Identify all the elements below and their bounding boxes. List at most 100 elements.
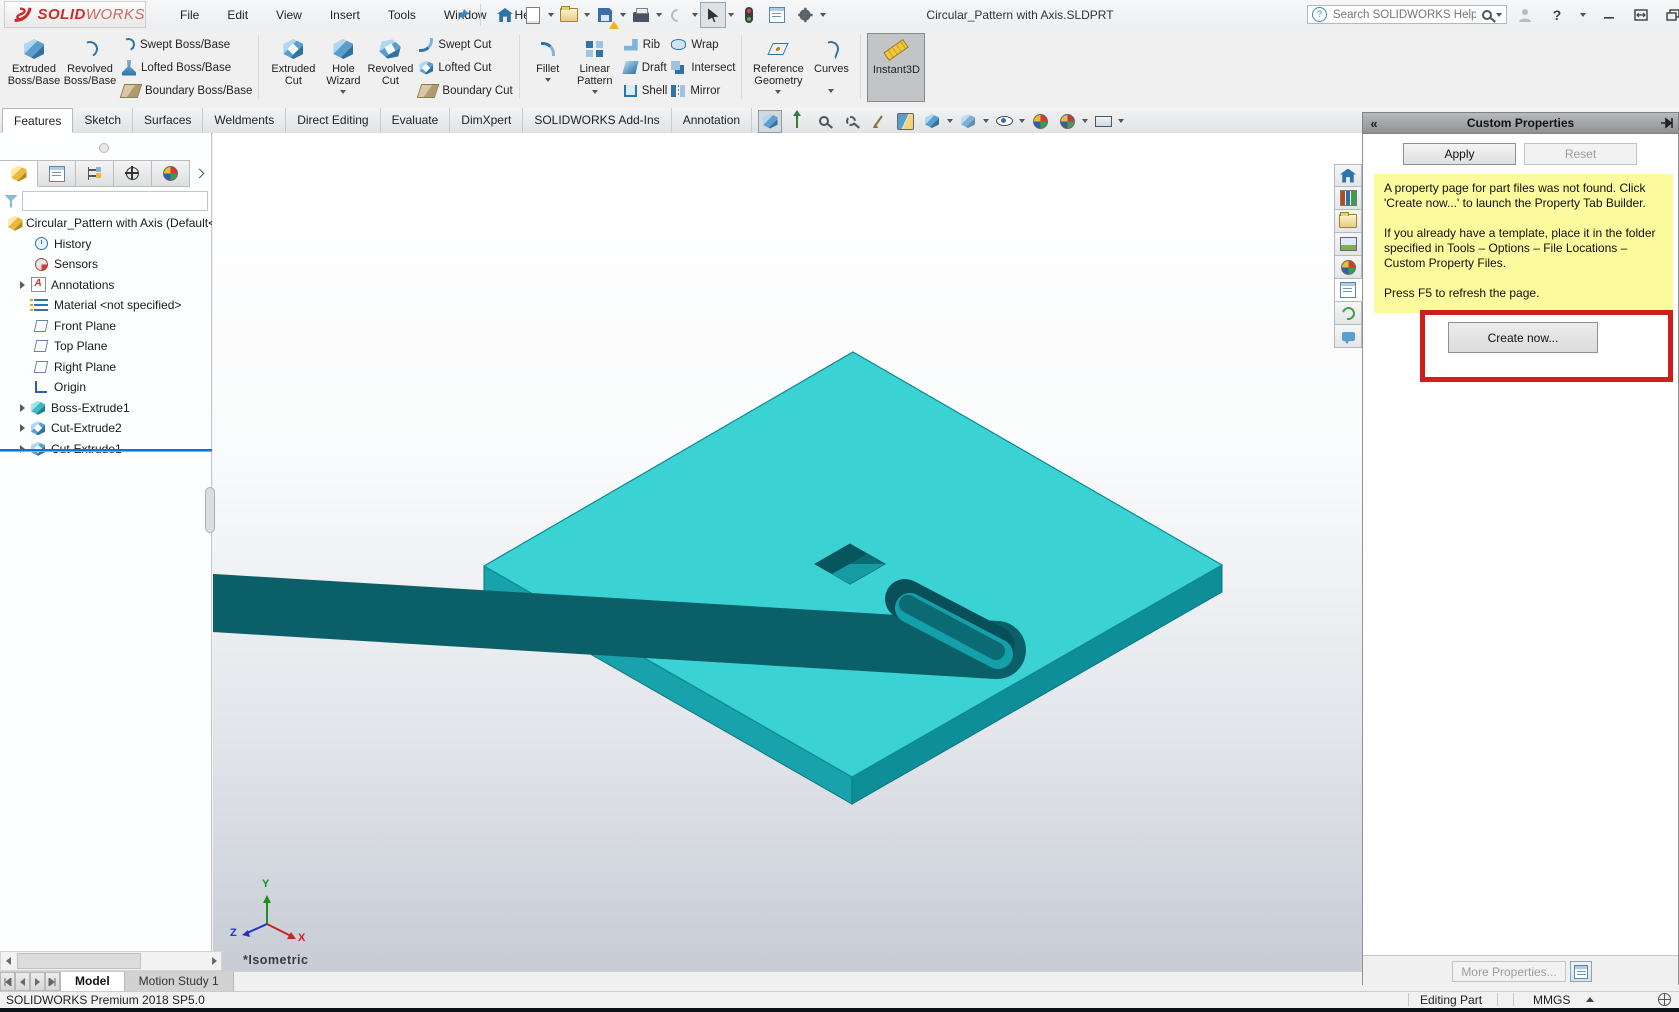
tab-direct-editing[interactable]: Direct Editing [286,108,380,133]
new-document-icon[interactable] [520,2,546,28]
displaymanager-tab[interactable] [152,160,190,187]
menu-edit[interactable]: Edit [215,4,260,26]
save-icon[interactable] [592,2,618,28]
file-explorer-tab[interactable] [1334,210,1362,233]
document-recovery-tab[interactable] [1334,302,1362,325]
print-icon[interactable] [628,2,654,28]
pan-icon[interactable] [785,110,809,133]
property-tab-builder-icon[interactable] [1570,961,1592,982]
tree-item-front-plane[interactable]: Front Plane [0,316,212,337]
instant3d-button[interactable]: Instant3D [867,33,925,102]
view-orientation-dropdown-icon[interactable] [947,119,953,123]
next-tab-icon[interactable] [30,972,45,991]
tags-globe-icon[interactable] [1658,993,1671,1006]
magnified-selection-icon[interactable] [839,110,863,133]
swept-cut-button[interactable]: Swept Cut [419,33,512,56]
design-library-tab[interactable] [1334,187,1362,210]
tab-surfaces[interactable]: Surfaces [133,108,203,133]
options-gear-icon[interactable] [792,2,818,28]
units-dropdown-icon[interactable] [1586,997,1594,1002]
apply-button[interactable]: Apply [1403,143,1516,165]
menu-tools[interactable]: Tools [376,4,428,26]
revolved-boss-base-button[interactable]: Revolved Boss/Base [62,33,118,87]
tab-sketch[interactable]: Sketch [73,108,133,133]
scroll-left-icon[interactable] [1,952,15,970]
model-tab[interactable]: Model [60,972,125,991]
tab-solidworks-add-ins[interactable]: SOLIDWORKS Add-Ins [523,108,671,133]
boundary-boss-base-button[interactable]: Boundary Boss/Base [122,79,252,102]
apply-scene-dropdown-icon[interactable] [1082,119,1088,123]
restore-icon[interactable] [1632,6,1650,24]
propertymanager-tab[interactable] [38,160,76,187]
extruded-cut-button[interactable]: Extruded Cut [265,33,321,87]
previous-tab-icon[interactable] [15,972,30,991]
featuremanager-design-tree-tab[interactable] [0,160,38,187]
tree-item-top-plane[interactable]: Top Plane [0,336,212,357]
mirror-button[interactable]: Mirror [671,79,735,102]
expand-arrow-icon[interactable] [20,404,25,412]
linear-pattern-button[interactable]: Linear Pattern [570,33,620,94]
view-orientation-icon[interactable] [920,110,944,133]
lofted-boss-base-button[interactable]: Lofted Boss/Base [122,56,252,79]
tree-item-history[interactable]: History [0,234,212,255]
previous-view-icon[interactable] [866,110,890,133]
panel-resize-handle[interactable] [99,143,109,153]
edit-appearance-icon[interactable] [1028,110,1052,133]
shell-button[interactable]: Shell [624,79,668,102]
view-palette-tab[interactable] [1334,233,1362,256]
expand-arrow-icon[interactable] [20,424,25,432]
configurationmanager-tab[interactable] [76,160,114,187]
lofted-cut-button[interactable]: Lofted Cut [419,56,512,79]
tree-item-sensors[interactable]: Sensors [0,254,212,275]
section-view-icon[interactable] [893,110,917,133]
tab-dimxpert[interactable]: DimXpert [450,108,523,133]
tab-annotation[interactable]: Annotation [672,108,752,133]
tree-item-annotations[interactable]: Annotations [0,275,212,296]
status-units[interactable]: MMGS [1533,993,1570,1007]
reference-geometry-button[interactable]: Reference Geometry [748,33,808,94]
zoom-to-area-icon[interactable] [812,110,836,133]
expand-arrow-icon[interactable] [20,281,25,289]
rib-button[interactable]: Rib [624,33,668,56]
hide-show-items-icon[interactable] [992,110,1016,133]
part-3d-model[interactable] [213,133,1362,973]
tree-item-origin[interactable]: Origin [0,377,212,398]
search-input[interactable] [1331,8,1478,22]
menu-file[interactable]: File [168,4,211,26]
dimxpertmanager-tab[interactable] [114,160,152,187]
solidworks-resources-tab[interactable] [1334,164,1362,187]
collapse-panel-icon[interactable] [1363,116,1385,131]
select-icon[interactable] [700,2,726,28]
display-style-dropdown-icon[interactable] [983,119,989,123]
curves-button[interactable]: Curves [808,33,854,93]
solidworks-forum-tab[interactable] [1334,325,1362,348]
last-tab-icon[interactable] [45,972,60,991]
login-user-icon[interactable] [1516,6,1534,24]
open-document-icon[interactable] [556,2,582,28]
wrap-button[interactable]: Wrap [671,33,735,56]
more-properties-button[interactable]: More Properties... [1452,961,1566,982]
tree-root-part[interactable]: Circular_Pattern with Axis (Default<<I [0,213,212,234]
draft-button[interactable]: Draft [624,56,668,79]
boundary-cut-button[interactable]: Boundary Cut [419,79,512,102]
minimize-icon[interactable] [1600,6,1618,24]
tree-item-right-plane[interactable]: Right Plane [0,357,212,378]
pin-menu-icon[interactable] [455,7,471,23]
tree-item-boss-extrude1[interactable]: Boss-Extrude1 [0,398,212,419]
rollback-bar[interactable] [0,449,212,451]
hide-show-dropdown-icon[interactable] [1019,119,1025,123]
tab-weldments[interactable]: Weldments [203,108,286,133]
scrollbar-thumb[interactable] [17,953,141,969]
fillet-dropdown-icon[interactable] [545,78,551,82]
graphics-viewport[interactable]: Y X Z *Isometric [213,133,1362,973]
filter-icon[interactable] [4,195,18,208]
menu-view[interactable]: View [264,4,314,26]
tree-item-material[interactable]: Material <not specified> [0,295,212,316]
tab-features[interactable]: Features [2,108,73,133]
swept-boss-base-button[interactable]: Swept Boss/Base [122,33,252,56]
tree-horizontal-scrollbar[interactable] [0,951,222,971]
panel-splitter-handle[interactable] [205,487,215,533]
tab-evaluate[interactable]: Evaluate [381,108,451,133]
reset-button[interactable]: Reset [1524,143,1637,165]
create-now-button[interactable]: Create now... [1448,322,1598,353]
